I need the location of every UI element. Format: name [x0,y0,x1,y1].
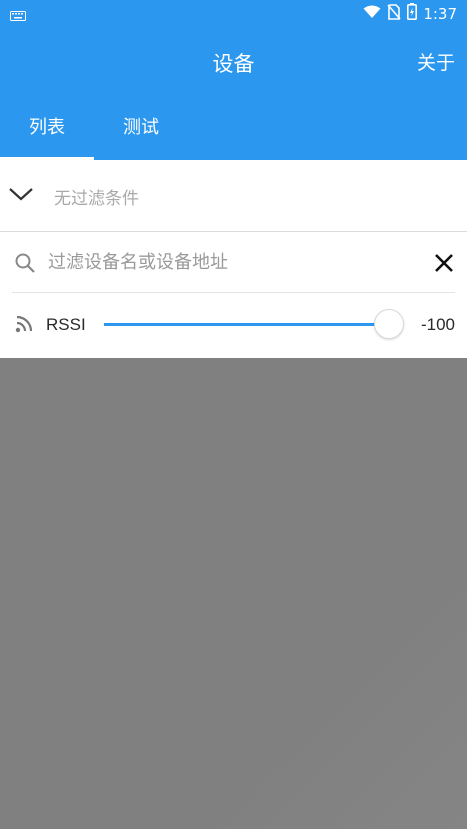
rssi-value: -100 [420,315,455,334]
status-bar: 1:37 [0,0,467,26]
signal-icon [15,315,35,337]
search-icon [14,252,36,278]
wifi-icon [363,5,381,23]
rssi-row: RSSI -100 [12,293,455,357]
search-input[interactable] [48,246,408,278]
keyboard-icon [10,6,26,25]
search-row [12,232,455,293]
filter-panel: 无过滤条件 RSSI -10 [0,160,467,358]
rssi-slider[interactable] [104,309,404,341]
status-time: 1:37 [423,4,457,23]
close-icon[interactable] [433,252,455,278]
chevron-down-icon[interactable] [8,186,34,206]
filter-toggle[interactable]: 无过滤条件 [0,160,467,232]
slider-thumb[interactable] [374,309,404,339]
no-sim-icon [387,3,401,24]
about-button[interactable]: 关于 [417,48,455,75]
battery-charging-icon [407,3,418,24]
slider-track [104,323,392,326]
page-title: 设备 [212,52,255,76]
filter-summary: 无过滤条件 [54,189,139,209]
tab-bar: 列表 测试 [0,98,467,160]
tab-test[interactable]: 测试 [94,98,188,160]
app-bar: 设备 关于 [0,26,467,98]
tab-list[interactable]: 列表 [0,98,94,160]
rssi-label: RSSI [46,315,86,334]
app-header: 1:37 设备 关于 列表 测试 [0,0,467,160]
device-list [0,358,467,829]
